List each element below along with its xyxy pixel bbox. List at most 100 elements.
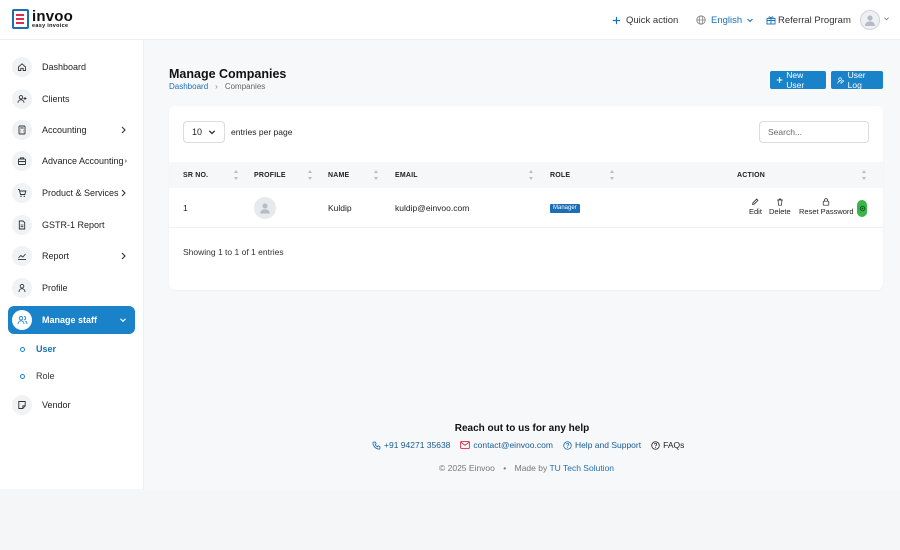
sidebar-item-clients[interactable]: Clients [8, 85, 135, 113]
chevron-down-icon[interactable] [883, 15, 890, 22]
role-badge: Manager [550, 203, 580, 213]
logo-name: invoo [32, 8, 73, 25]
user-avatar-button[interactable] [860, 10, 880, 30]
entries-label: entries per page [231, 127, 293, 137]
edit-button[interactable]: Edit [749, 198, 762, 216]
gift-icon [766, 16, 776, 25]
sort-icon[interactable] [308, 170, 313, 180]
table-info: Showing 1 to 1 of 1 entries [183, 247, 284, 257]
made-by-label: Made by [514, 463, 548, 473]
plus-icon [612, 16, 621, 24]
referral-program-link[interactable]: Referral Program [766, 0, 851, 40]
sidebar-item-product-services[interactable]: Product & Services [8, 179, 135, 207]
breadcrumb-home-link[interactable]: Dashboard [169, 82, 208, 91]
delete-button[interactable]: Delete [769, 198, 791, 216]
chevron-right-icon: › [215, 82, 218, 91]
entries-per-page-select[interactable]: 10 [183, 121, 225, 143]
key-icon [823, 198, 830, 206]
sidebar-subitem-role[interactable]: Role [20, 368, 55, 384]
language-selector[interactable]: English [696, 0, 754, 40]
copyright: © 2025 Einvoo • Made by TU Tech Solution [439, 463, 615, 473]
help-support-link[interactable]: Help and Support [563, 440, 641, 450]
sidebar-item-dashboard[interactable]: Dashboard [8, 53, 135, 81]
sidebar-item-label: Advance Accounting [42, 156, 124, 166]
column-header-profile[interactable]: PROFILE [254, 162, 286, 188]
delete-label: Delete [769, 207, 791, 216]
search-input[interactable] [759, 121, 869, 143]
sidebar-item-label: Manage staff [42, 315, 98, 325]
new-user-button[interactable]: New User [770, 70, 826, 90]
language-label: English [711, 14, 743, 26]
cell-email: kuldip@einvoo.com [395, 203, 470, 213]
phone-icon [372, 441, 381, 450]
breadcrumb: Dashboard › Companies [169, 82, 265, 91]
sidebar: Dashboard Clients Accounting Advance Acc… [0, 40, 144, 489]
sidebar-item-label: Dashboard [42, 62, 87, 72]
users-icon [12, 310, 32, 330]
bank-icon [12, 151, 32, 171]
footer-links: +91 94271 35638 contact@einvoo.com Help … [372, 440, 694, 450]
status-toggle[interactable] [857, 200, 867, 217]
cart-icon [12, 183, 32, 203]
quick-action-button[interactable]: Quick action [612, 0, 678, 40]
column-header-email[interactable]: EMAIL [395, 162, 418, 188]
user-log-label: User Log [847, 70, 866, 90]
bullet-icon [20, 373, 25, 379]
sidebar-item-label: Vendor [42, 400, 71, 410]
sidebar-item-advance-accounting[interactable]: Advance Accounting [8, 147, 135, 175]
cell-name: Kuldip [328, 203, 352, 213]
copyright-text: © 2025 Einvoo [439, 463, 495, 473]
cell-role: Manager [550, 188, 580, 228]
sidebar-item-profile[interactable]: Profile [8, 274, 135, 302]
document-icon [12, 215, 32, 235]
reset-password-label: Reset Password [799, 207, 854, 216]
person-icon [12, 278, 32, 298]
sidebar-item-gstr-report[interactable]: GSTR-1 Report [8, 211, 135, 239]
sidebar-item-vendor[interactable]: Vendor [8, 391, 135, 419]
sidebar-item-manage-staff[interactable]: Manage staff [8, 306, 135, 334]
table-row: 1 Kuldip kuldip@einvoo.com Manager Edit … [169, 188, 883, 228]
users-card: 10 entries per page SR NO. PROFILE NAME … [169, 106, 883, 290]
sidebar-subitem-label: Role [36, 371, 55, 381]
table-header: SR NO. PROFILE NAME EMAIL ROLE ACTION [169, 162, 883, 188]
globe-icon [696, 15, 706, 25]
sidebar-item-accounting[interactable]: Accounting [8, 116, 135, 144]
note-icon [12, 395, 32, 415]
email-address: contact@einvoo.com [473, 440, 553, 450]
faqs-link[interactable]: FAQs [651, 440, 684, 450]
chevron-right-icon [124, 159, 127, 163]
sort-icon[interactable] [374, 170, 379, 180]
user-log-button[interactable]: User Log [831, 70, 883, 90]
logo-tagline: easy invoice [32, 23, 69, 29]
entries-per-page-value: 10 [192, 127, 203, 137]
column-header-role[interactable]: ROLE [550, 162, 570, 188]
user-log-icon [837, 76, 845, 84]
chevron-down-icon [120, 318, 126, 323]
sidebar-item-label: GSTR-1 Report [42, 220, 105, 230]
column-header-sr-no[interactable]: SR NO. [183, 162, 208, 188]
sort-icon[interactable] [610, 170, 615, 180]
bottom-area [0, 489, 900, 550]
trash-icon [777, 198, 783, 206]
top-bar: invoo easy invoice Quick action English … [0, 0, 900, 40]
footer-title: Reach out to us for any help [454, 423, 590, 434]
cell-profile [254, 188, 276, 228]
question-icon [651, 440, 660, 450]
email-link[interactable]: contact@einvoo.com [460, 440, 553, 450]
company-link[interactable]: TU Tech Solution [549, 463, 614, 473]
column-header-name[interactable]: NAME [328, 162, 349, 188]
phone-number: +91 94271 35638 [384, 440, 451, 450]
chevron-down-icon [208, 130, 216, 135]
sidebar-subitem-user[interactable]: User [20, 341, 56, 357]
logo[interactable]: invoo easy invoice [12, 9, 73, 30]
sidebar-item-report[interactable]: Report [8, 242, 135, 270]
sort-icon[interactable] [529, 170, 534, 180]
help-icon [563, 440, 572, 450]
phone-link[interactable]: +91 94271 35638 [372, 440, 450, 450]
referral-label: Referral Program [778, 14, 851, 26]
reset-password-button[interactable]: Reset Password [799, 198, 854, 216]
sidebar-item-label: Product & Services [42, 188, 119, 198]
help-support-label: Help and Support [574, 440, 642, 450]
sort-icon[interactable] [862, 170, 867, 180]
sort-icon[interactable] [234, 170, 239, 180]
